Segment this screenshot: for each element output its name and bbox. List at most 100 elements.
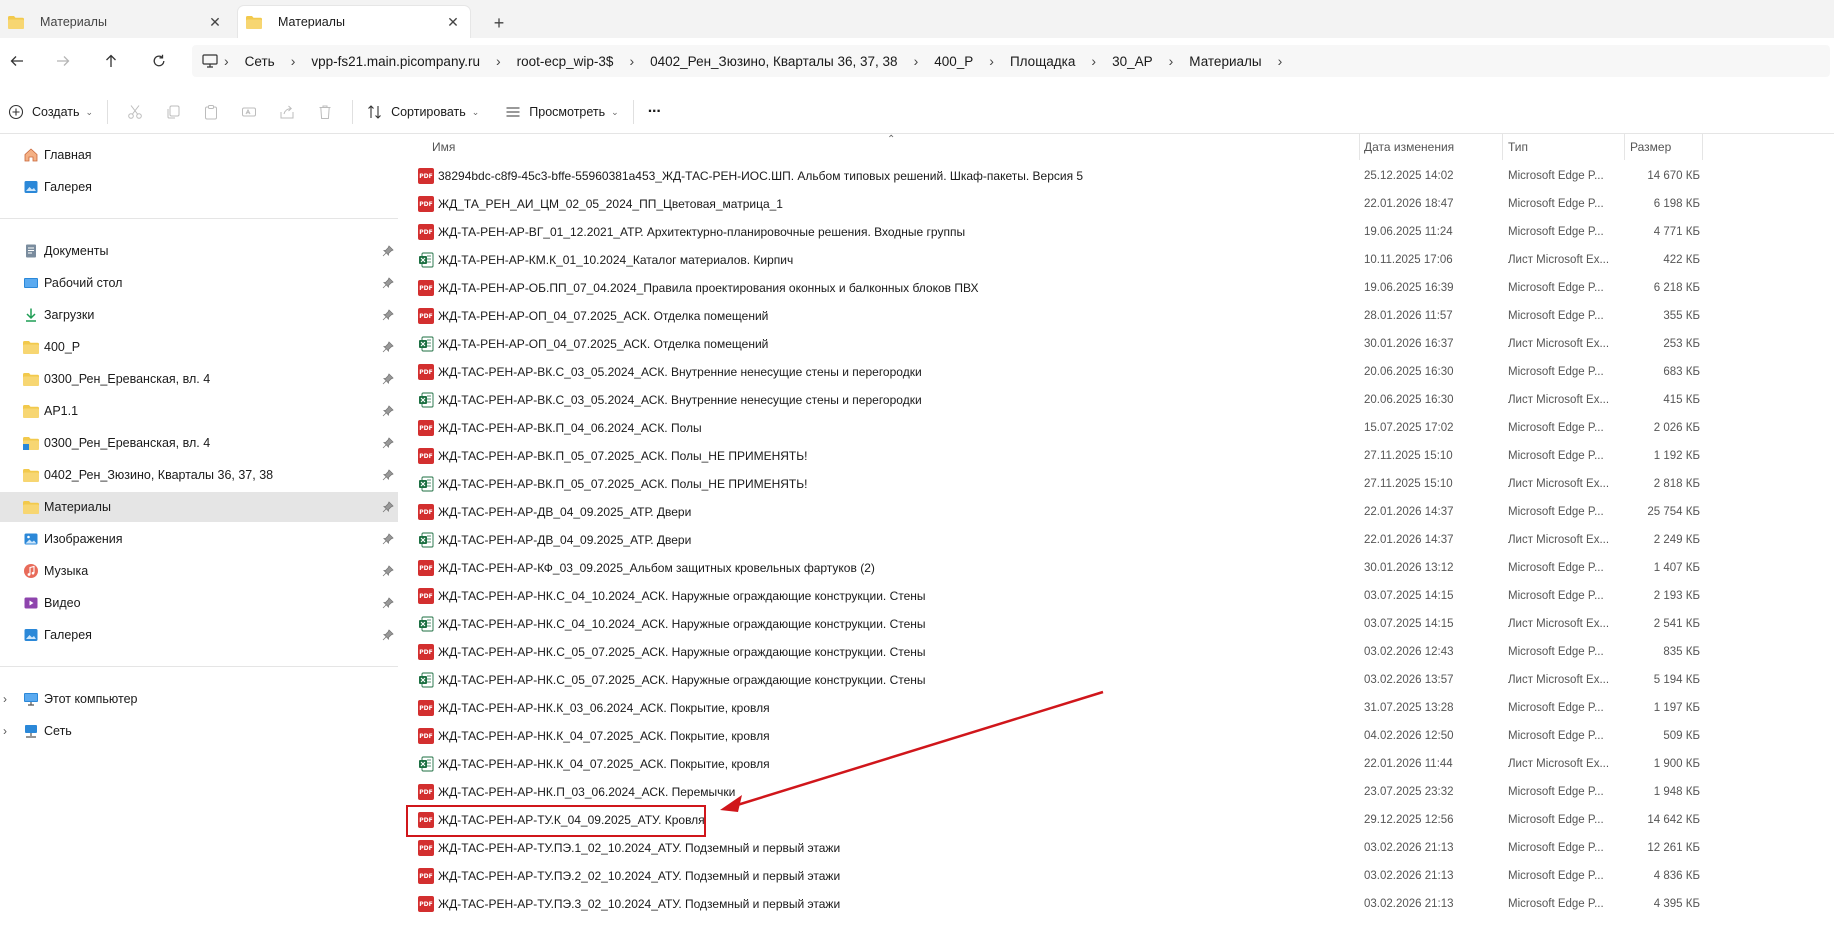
copy-icon[interactable] [160,97,186,127]
share-icon[interactable] [274,97,300,127]
breadcrumb-label[interactable]: Площадка [1000,54,1085,69]
up-button[interactable] [98,48,124,74]
more-options-button[interactable]: ··· [642,97,667,127]
pin-icon[interactable] [382,373,394,385]
file-row[interactable]: ЖД-ТАС-РЕН-АР-ВК.С_03_05.2024_АСК. Внутр… [404,386,1834,414]
file-row[interactable]: PDF ЖД-ТАС-РЕН-АР-НК.К_04_07.2025_АСК. По… [404,722,1834,750]
file-row[interactable]: ЖД-ТАС-РЕН-АР-НК.С_04_10.2024_АСК. Наруж… [404,610,1834,638]
sidebar-item-music[interactable]: Музыка [0,556,398,586]
pin-icon[interactable] [382,469,394,481]
column-divider[interactable] [1702,134,1703,160]
chevron-right-icon[interactable]: › [490,53,507,69]
rename-icon[interactable] [236,97,262,127]
breadcrumb-label[interactable]: Материалы [1179,54,1271,69]
sidebar-item-ar1-1[interactable]: АР1.1 [0,396,398,426]
file-row[interactable]: ЖД-ТАС-РЕН-АР-НК.С_05_07.2025_АСК. Наруж… [404,666,1834,694]
breadcrumb-item[interactable]: root-ecp_wip-3$ › [507,45,640,77]
sidebar-item-video[interactable]: Видео [0,588,398,618]
breadcrumb-label[interactable]: Сеть [235,54,285,69]
breadcrumb-label[interactable]: 30_АР [1102,54,1163,69]
breadcrumb-label[interactable]: root-ecp_wip-3$ [507,54,624,69]
file-row[interactable]: PDF ЖД-ТАС-РЕН-АР-ВК.П_05_07.2025_АСК. По… [404,442,1834,470]
chevron-right-icon[interactable]: › [1085,53,1102,69]
pin-icon[interactable] [382,309,394,321]
cut-icon[interactable] [122,97,148,127]
sidebar-item-home[interactable]: Главная [0,140,398,170]
sidebar-item-network[interactable]: › Сеть [0,716,398,746]
tab-materialy-1[interactable]: Материалы ✕ [0,6,232,38]
column-divider[interactable] [1502,134,1503,160]
file-row[interactable]: ЖД-ТА-РЕН-АР-КМ.К_01_10.2024_Каталог мат… [404,246,1834,274]
column-divider[interactable] [1359,134,1360,160]
back-button[interactable] [4,48,30,74]
column-divider[interactable] [1624,134,1625,160]
sort-button[interactable]: Сортировать ⌄ [361,97,485,127]
breadcrumb-computer[interactable]: › [192,45,235,77]
file-row[interactable]: ЖД-ТА-РЕН-АР-ОП_04_07.2025_АСК. Отделка … [404,330,1834,358]
chevron-right-icon[interactable]: › [983,53,1000,69]
file-row[interactable]: PDF ЖД-ТАС-РЕН-АР-НК.П_03_06.2024_АСК. Пе… [404,778,1834,806]
file-row[interactable]: PDF 38294bdc-c8f9-45c3-bffe-55960381a453_… [404,162,1834,190]
sidebar-item-0300-erevanskaya-shortcut[interactable]: 0300_Рен_Ереванская, вл. 4 [0,428,398,458]
column-header-date[interactable]: Дата изменения [1364,134,1504,160]
chevron-right-icon[interactable]: › [908,53,925,69]
pin-icon[interactable] [382,277,394,289]
file-row[interactable]: ЖД-ТАС-РЕН-АР-НК.К_04_07.2025_АСК. Покры… [404,750,1834,778]
pin-icon[interactable] [382,405,394,417]
breadcrumb-item[interactable]: vpp-fs21.main.picompany.ru › [301,45,506,77]
sidebar-item-gallery-2[interactable]: Галерея [0,620,398,650]
breadcrumb-item[interactable]: 30_АР › [1102,45,1179,77]
chevron-right-icon[interactable]: › [285,53,302,69]
file-row[interactable]: PDF ЖД-ТАС-РЕН-АР-НК.С_04_10.2024_АСК. На… [404,582,1834,610]
file-row[interactable]: ЖД-ТАС-РЕН-АР-ВК.П_05_07.2025_АСК. Полы_… [404,470,1834,498]
file-row[interactable]: PDF ЖД-ТАС-РЕН-АР-КФ_03_09.2025_Альбом за… [404,554,1834,582]
breadcrumb-label[interactable]: vpp-fs21.main.picompany.ru [301,54,490,69]
file-row[interactable]: PDF ЖД-ТАС-РЕН-АР-ТУ.ПЭ.2_02_10.2024_АТУ.… [404,862,1834,890]
file-row[interactable]: PDF ЖД-ТАС-РЕН-АР-НК.К_03_06.2024_АСК. По… [404,694,1834,722]
breadcrumb-item[interactable]: 400_Р › [924,45,1000,77]
tab-materialy-2[interactable]: Материалы ✕ [238,6,470,38]
file-row[interactable]: ЖД-ТАС-РЕН-АР-ДВ_04_09.2025_АТР. Двери 22… [404,526,1834,554]
file-row[interactable]: PDF ЖД-ТАС-РЕН-АР-ДВ_04_09.2025_АТР. Двер… [404,498,1834,526]
view-button[interactable]: Просмотреть ⌄ [499,97,624,127]
sidebar-item-400-r[interactable]: 400_Р [0,332,398,362]
breadcrumb-item[interactable]: Сеть › [235,45,302,77]
pin-icon[interactable] [382,597,394,609]
sidebar-item-materialy[interactable]: Материалы [0,492,398,522]
sidebar-item-gallery[interactable]: Галерея [0,172,398,202]
create-button[interactable]: Создать ⌄ [2,97,99,127]
file-row[interactable]: PDF ЖД-ТА-РЕН-АР-ВГ_01_12.2021_АТР. Архит… [404,218,1834,246]
sidebar-item-0300-erevanskaya[interactable]: 0300_Рен_Ереванская, вл. 4 [0,364,398,394]
file-row[interactable]: PDF ЖД-ТАС-РЕН-АР-НК.С_05_07.2025_АСК. На… [404,638,1834,666]
pin-icon[interactable] [382,437,394,449]
file-row[interactable]: PDF ЖД-ТАС-РЕН-АР-ТУ.ПЭ.3_02_10.2024_АТУ.… [404,890,1834,918]
paste-icon[interactable] [198,97,224,127]
file-row[interactable]: PDF ЖД_ТА_РЕН_АИ_ЦМ_02_05_2024_ПП_Цветова… [404,190,1834,218]
file-row[interactable]: PDF ЖД-ТАС-РЕН-АР-ТУ.ПЭ.1_02_10.2024_АТУ.… [404,834,1834,862]
file-row[interactable]: PDF ЖД-ТАС-РЕН-АР-ВК.С_03_05.2024_АСК. Вн… [404,358,1834,386]
file-row[interactable]: PDF ЖД-ТА-РЕН-АР-ОБ.ПП_07_04.2024_Правила… [404,274,1834,302]
chevron-right-icon[interactable]: › [3,724,7,738]
chevron-right-icon[interactable]: › [623,53,640,69]
new-tab-button[interactable]: + [488,12,510,34]
chevron-right-icon[interactable]: › [1163,53,1180,69]
sidebar-item-desktop[interactable]: Рабочий стол [0,268,398,298]
breadcrumb-label[interactable]: 400_Р [924,54,983,69]
chevron-right-icon[interactable]: › [1272,53,1289,69]
forward-button[interactable] [50,48,76,74]
pin-icon[interactable] [382,533,394,545]
breadcrumb-label[interactable]: 0402_Рен_Зюзино, Кварталы 36, 37, 38 [640,54,907,69]
chevron-right-icon[interactable]: › [3,692,7,706]
sidebar-item-downloads[interactable]: Загрузки [0,300,398,330]
breadcrumb-item[interactable]: Материалы › [1179,45,1288,77]
sidebar-item-pictures[interactable]: Изображения [0,524,398,554]
refresh-button[interactable] [146,48,172,74]
breadcrumb-item[interactable]: Площадка › [1000,45,1102,77]
close-icon[interactable]: ✕ [206,13,224,31]
pin-icon[interactable] [382,501,394,513]
column-header-type[interactable]: Тип [1508,134,1620,160]
pin-icon[interactable] [382,245,394,257]
close-icon[interactable]: ✕ [444,13,462,31]
column-header-size[interactable]: Размер [1630,134,1706,160]
file-row[interactable]: PDF ЖД-ТАС-РЕН-АР-ВК.П_04_06.2024_АСК. По… [404,414,1834,442]
